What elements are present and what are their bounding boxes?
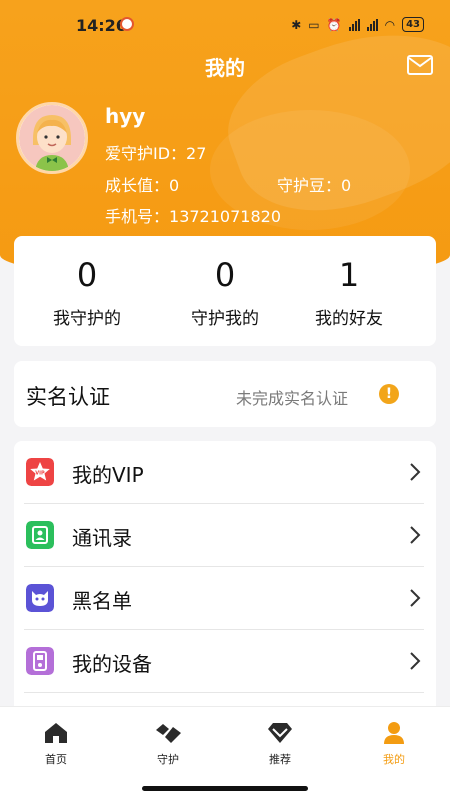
menu-label: 通讯录 bbox=[72, 526, 132, 550]
stat-value: 0 bbox=[214, 256, 236, 294]
divider bbox=[24, 692, 424, 693]
wifi-icon: ◠ bbox=[384, 17, 396, 32]
tab-label: 推荐 bbox=[269, 753, 291, 766]
recommend-icon bbox=[268, 723, 292, 743]
phone-row: 手机号：13721071820 bbox=[105, 203, 281, 227]
device-icon bbox=[26, 647, 54, 675]
menu-item-contacts[interactable]: 通讯录 bbox=[14, 504, 436, 567]
tab-profile[interactable]: 我的 bbox=[338, 721, 450, 767]
user-id-row: 爱守护ID：27 bbox=[105, 140, 206, 164]
battery-icon: 43 bbox=[402, 17, 424, 32]
menu-label: 黑名单 bbox=[72, 589, 132, 613]
user-id-label: 爱守护ID： bbox=[105, 144, 187, 163]
guard-icon bbox=[156, 724, 181, 743]
warning-icon: ! bbox=[379, 384, 399, 404]
phone-label: 手机号： bbox=[105, 207, 170, 226]
stat-guarding-me[interactable]: 0 守护我的 bbox=[155, 236, 295, 329]
beans-label: 守护豆： bbox=[277, 176, 342, 195]
avatar[interactable] bbox=[16, 102, 88, 174]
tab-recommend[interactable]: 推荐 bbox=[224, 721, 336, 767]
stat-i-guard[interactable]: 0 我守护的 bbox=[17, 236, 157, 329]
home-icon bbox=[45, 723, 67, 743]
menu-item-blacklist[interactable]: 黑名单 bbox=[14, 567, 436, 630]
signal-icon bbox=[348, 18, 360, 31]
avatar-illustration bbox=[19, 105, 85, 171]
tab-label: 守护 bbox=[157, 753, 179, 766]
verification-status: 未完成实名认证 bbox=[236, 389, 349, 408]
menu-label: 我的VIP bbox=[72, 463, 144, 487]
home-indicator bbox=[142, 786, 308, 791]
chevron-right-icon bbox=[410, 463, 421, 481]
blacklist-icon bbox=[26, 584, 54, 612]
stat-value: 0 bbox=[76, 256, 98, 294]
vibrate-icon: ▭ bbox=[308, 17, 320, 32]
stat-label: 我的好友 bbox=[315, 309, 383, 329]
growth-row: 成长值：0 bbox=[105, 172, 179, 196]
menu-label: 我的设备 bbox=[72, 652, 152, 676]
bluetooth-icon: ✱ bbox=[291, 17, 302, 32]
chevron-right-icon bbox=[410, 652, 421, 670]
chevron-right-icon bbox=[410, 526, 421, 544]
user-id-value: 27 bbox=[186, 144, 207, 163]
mail-icon[interactable] bbox=[407, 55, 433, 75]
status-bar: 14:26 ✱ ▭ ⏰ ◠ 43 bbox=[0, 0, 450, 50]
tab-label: 我的 bbox=[383, 753, 405, 766]
verification-title: 实名认证 bbox=[26, 385, 110, 409]
username: hyy bbox=[105, 104, 146, 128]
page-title: 我的 bbox=[205, 56, 245, 80]
stat-friends[interactable]: 1 我的好友 bbox=[279, 236, 419, 329]
signal-icon-2 bbox=[366, 18, 378, 31]
status-icons: ✱ ▭ ⏰ ◠ 43 bbox=[291, 17, 424, 32]
tab-guard[interactable]: 守护 bbox=[112, 721, 224, 767]
menu-item-devices[interactable]: 我的设备 bbox=[14, 630, 436, 693]
stat-label: 我守护的 bbox=[53, 309, 121, 329]
svg-text:VIP: VIP bbox=[35, 471, 45, 477]
real-name-verification-row[interactable]: 实名认证 未完成实名认证 ! bbox=[14, 361, 436, 427]
phone-value: 13721071820 bbox=[169, 207, 281, 226]
stat-label: 守护我的 bbox=[191, 309, 259, 329]
beans-row: 守护豆：0 bbox=[277, 172, 351, 196]
stats-card: 0 我守护的 0 守护我的 1 我的好友 bbox=[14, 236, 436, 346]
alarm-icon: ⏰ bbox=[326, 17, 342, 32]
menu-item-vip[interactable]: VIP 我的VIP bbox=[14, 441, 436, 504]
growth-value: 0 bbox=[169, 176, 180, 195]
stat-value: 1 bbox=[338, 256, 360, 294]
chevron-right-icon bbox=[410, 589, 421, 607]
tab-home[interactable]: 首页 bbox=[0, 721, 112, 767]
beans-value: 0 bbox=[341, 176, 352, 195]
profile-icon bbox=[384, 722, 404, 744]
vip-icon: VIP bbox=[26, 458, 54, 486]
tab-label: 首页 bbox=[45, 753, 67, 766]
notification-app-icon bbox=[120, 17, 134, 31]
menu-card: VIP 我的VIP 通讯录 黑名单 我的设备 bbox=[14, 441, 436, 741]
growth-label: 成长值： bbox=[105, 176, 170, 195]
contacts-icon bbox=[26, 521, 54, 549]
